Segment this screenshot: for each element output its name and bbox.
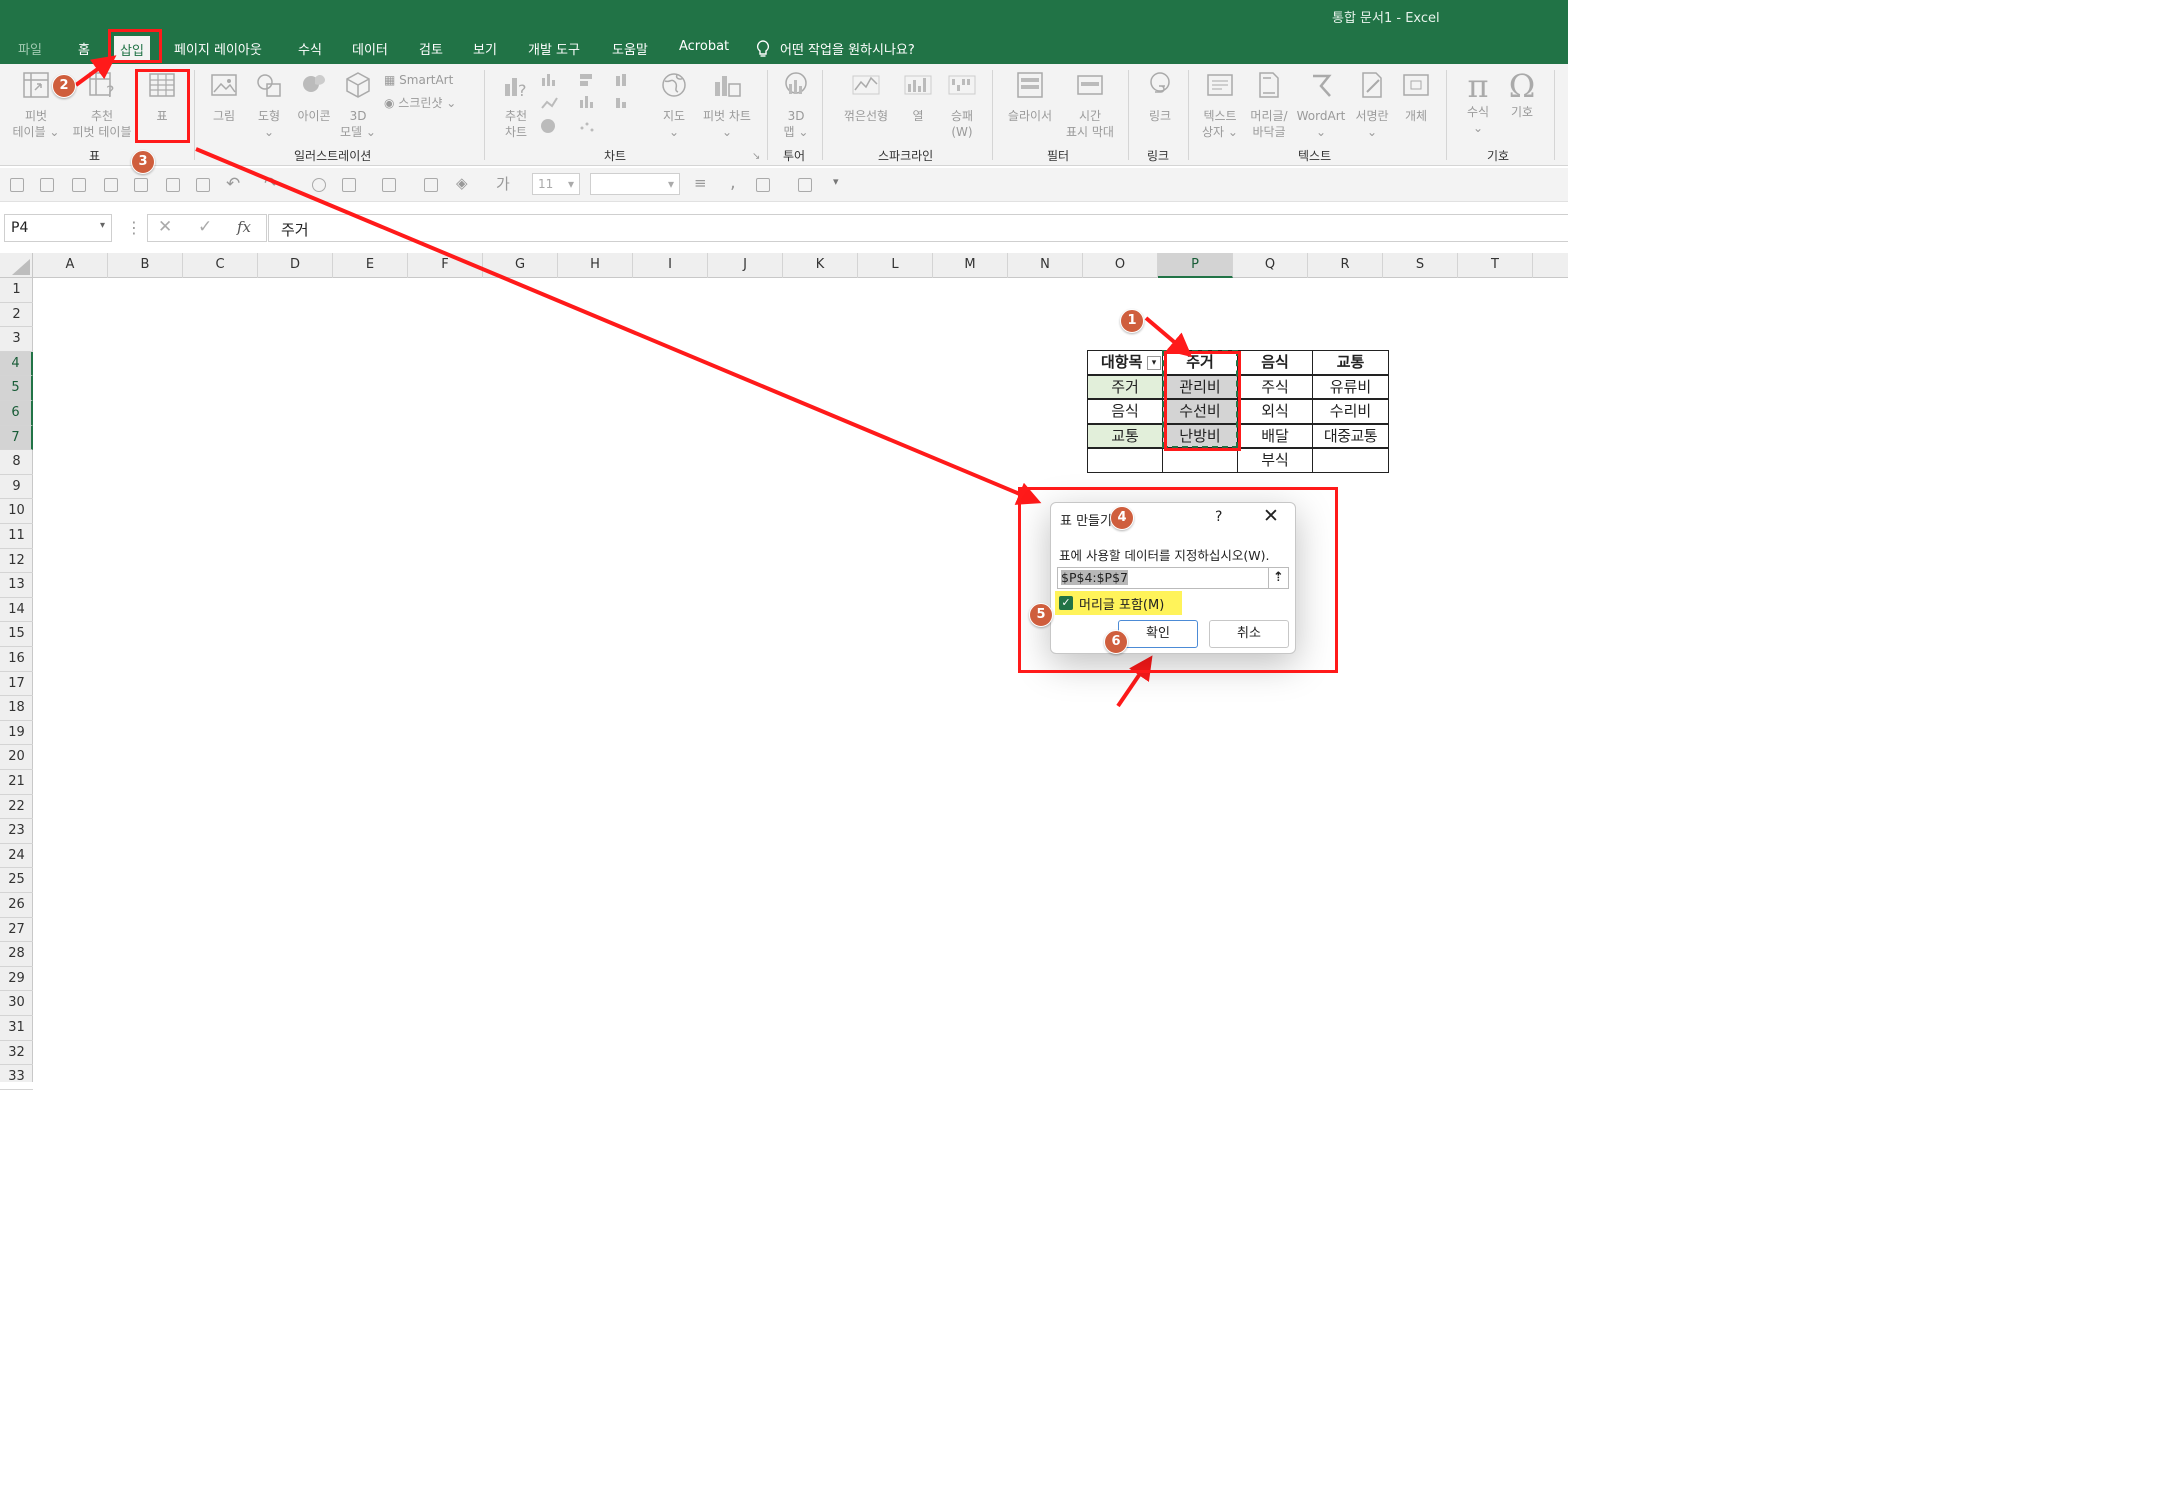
step-badge-5: 5 [1029,603,1053,627]
step-badge-6: 6 [1104,630,1128,654]
step-badge-4: 4 [1110,506,1134,530]
highlight-table-button [135,69,190,143]
arrow-step2 [74,55,117,87]
step-badge-2: 2 [52,74,76,98]
arrow-step3 [195,147,1042,505]
highlight-dialog [1018,487,1338,673]
step-badge-1: 1 [1120,309,1144,333]
arrow-step1 [1144,316,1193,358]
highlight-insert-tab [108,29,162,63]
step-badge-3: 3 [131,150,155,174]
highlight-selected-range [1164,351,1241,451]
